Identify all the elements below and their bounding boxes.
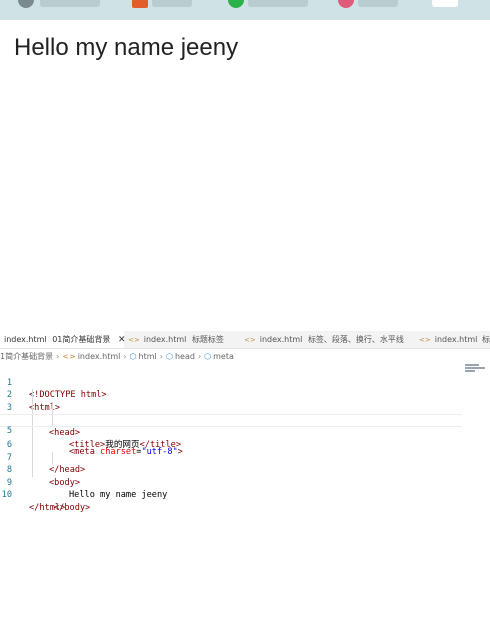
toolbar-item[interactable] <box>432 0 458 7</box>
toolbar-item[interactable] <box>358 0 398 7</box>
tab-file-label: index.html <box>4 335 47 344</box>
code-line: 3 <head> <box>0 389 490 438</box>
chevron-right-icon: › <box>197 352 202 361</box>
code-line: 2 <html> <box>0 377 490 413</box>
code-line: 6 </head> <box>0 426 490 475</box>
toolbar-item[interactable] <box>40 0 100 7</box>
code-line: 1 <!DOCTYPE html> <box>0 364 490 401</box>
browser-toolbar <box>0 0 490 20</box>
code-line: 4 <title>我的网页</title> <box>0 401 490 450</box>
code-line: 9 </body> <box>0 464 490 513</box>
html-file-icon: <> <box>128 336 140 344</box>
toolbar-item[interactable] <box>152 0 192 7</box>
breadcrumb-file[interactable]: index.html <box>78 350 121 363</box>
code-text: Hello my name jeeny <box>69 490 168 500</box>
tab-index-headings[interactable]: <> index.html 标题标签 <box>128 331 236 348</box>
close-icon[interactable]: ✕ <box>118 335 126 345</box>
tab-folder-label: 标题标签 <box>191 335 224 344</box>
tab-folder-label: 01简介基础背景 <box>52 335 111 344</box>
code-line-current: 5 <meta charset="utf-8"> <box>0 414 462 457</box>
tab-folder-label: 标签、段落、换行、水平线 <box>307 335 404 344</box>
browser-icon[interactable] <box>18 0 34 8</box>
app-icon[interactable] <box>338 0 354 8</box>
app-icon[interactable] <box>132 0 148 8</box>
code-line: 8 Hello my name jeeny <box>0 451 490 500</box>
breadcrumb: 1简介基础背景 › <> index.html › ⬡ html › ⬡ head › ⬡ meta <box>0 350 490 363</box>
wechat-icon[interactable] <box>228 0 244 8</box>
code-line: 7 <body> <box>0 439 490 488</box>
chevron-right-icon: › <box>56 352 60 361</box>
tab-folder-label: 标 <box>481 335 490 344</box>
element-icon: ⬡ <box>204 352 212 361</box>
line-number: 10 <box>1 490 12 500</box>
code-editor[interactable]: 1 <!DOCTYPE html> 2 <html> 3 <head> 4 <t… <box>0 364 490 513</box>
breadcrumb-head[interactable]: head <box>175 350 195 363</box>
chevron-right-icon: › <box>123 352 127 361</box>
element-icon: ⬡ <box>129 352 137 361</box>
breadcrumb-html[interactable]: html <box>139 350 157 363</box>
tab-index-more[interactable]: <> index.html 标 <box>419 331 490 348</box>
breadcrumb-folder[interactable]: 1简介基础背景 <box>0 350 53 363</box>
html-file-icon: <> <box>244 336 256 344</box>
html-file-icon: <> <box>419 336 431 344</box>
tab-file-label: index.html <box>259 335 303 344</box>
tab-file-label: index.html <box>143 335 187 344</box>
preview-heading: Hello my name jeeny <box>14 34 239 61</box>
tab-index-paragraphs[interactable]: <> index.html 标签、段落、换行、水平线 <box>244 331 412 348</box>
page-preview: Hello my name jeeny <box>0 20 490 332</box>
toolbar-item[interactable] <box>248 0 308 7</box>
tab-index-01[interactable]: index.html 01简介基础背景 ✕ <box>0 331 126 348</box>
html-file-icon: <> <box>62 352 76 361</box>
code-line: 10 </html> <box>0 477 490 513</box>
tab-file-label: index.html <box>434 335 478 344</box>
breadcrumb-meta[interactable]: meta <box>213 350 234 363</box>
code-text: </html> <box>29 502 66 513</box>
editor-tab-bar: index.html 01简介基础背景 ✕ <> index.html 标题标签 … <box>0 331 490 349</box>
element-icon: ⬡ <box>165 352 173 361</box>
chevron-right-icon: › <box>159 352 163 361</box>
